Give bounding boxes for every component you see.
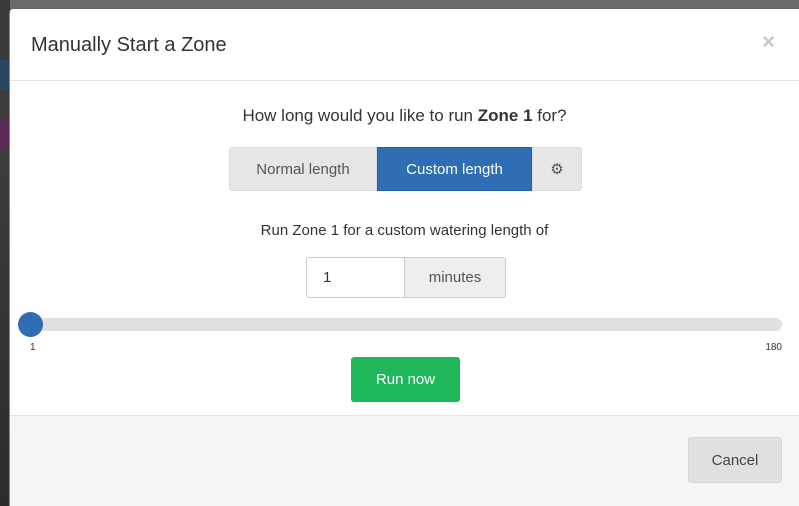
run-now-button[interactable]: Run now xyxy=(351,357,460,402)
minutes-input[interactable] xyxy=(306,257,405,298)
zone-name: Zone 1 xyxy=(477,106,533,125)
normal-length-button[interactable]: Normal length xyxy=(229,147,377,191)
modal-footer: Cancel xyxy=(10,415,799,506)
close-icon[interactable]: × xyxy=(762,31,775,53)
start-zone-modal: Manually Start a Zone × How long would y… xyxy=(9,9,799,506)
minutes-input-group: minutes xyxy=(306,257,506,298)
question-prefix: How long would you like to run xyxy=(242,106,478,125)
slider-handle[interactable] xyxy=(18,312,43,337)
cancel-button[interactable]: Cancel xyxy=(688,437,782,483)
custom-length-description: Run Zone 1 for a custom watering length … xyxy=(260,222,549,239)
modal-title: Manually Start a Zone xyxy=(31,34,227,56)
gear-icon: ⚙ xyxy=(550,161,564,178)
duration-slider[interactable] xyxy=(18,312,782,337)
duration-question: How long would you like to run Zone 1 fo… xyxy=(10,106,799,126)
modal-body: How long would you like to run Zone 1 fo… xyxy=(10,81,799,415)
length-mode-toggle: Normal length Custom length ⚙ xyxy=(229,147,582,191)
slider-max-label: 180 xyxy=(765,342,782,353)
settings-button[interactable]: ⚙ xyxy=(532,147,582,191)
modal-header: Manually Start a Zone × xyxy=(10,9,799,81)
question-suffix: for? xyxy=(532,106,567,125)
slider-min-label: 1 xyxy=(30,342,36,353)
minutes-unit-label: minutes xyxy=(405,257,506,298)
custom-length-button[interactable]: Custom length xyxy=(377,147,532,191)
